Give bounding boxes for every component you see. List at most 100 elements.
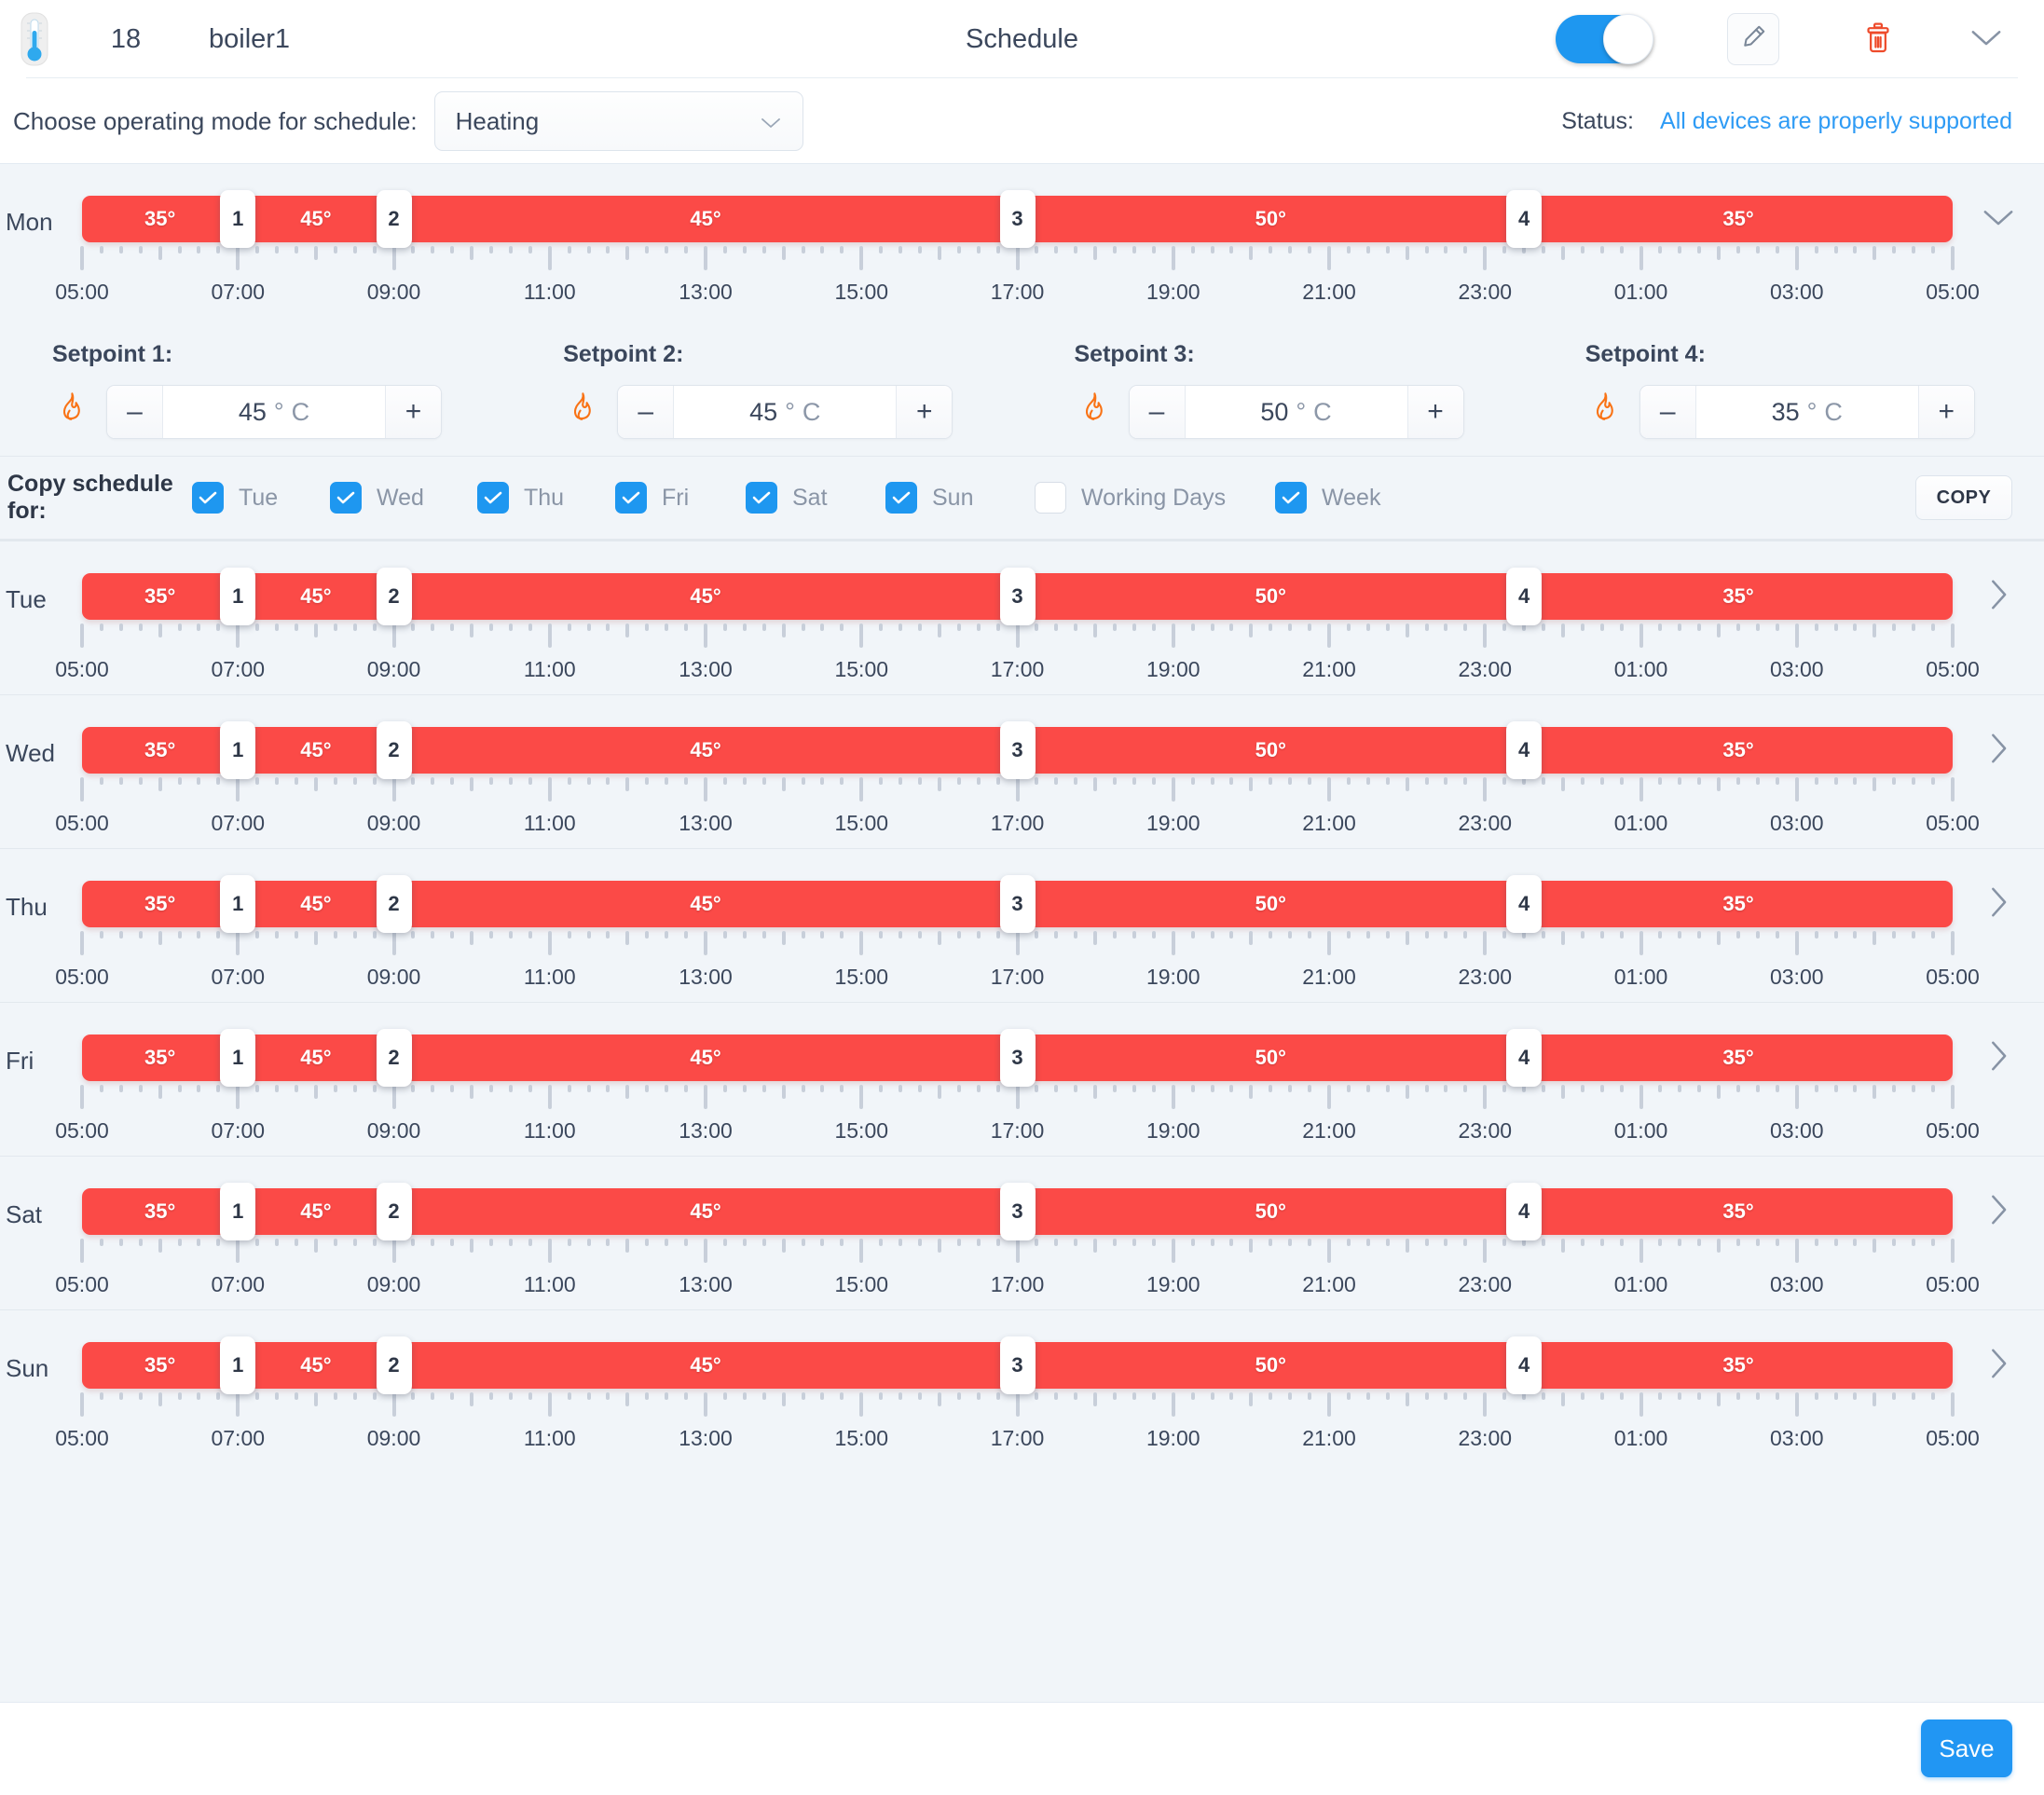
schedule-handle[interactable]: 4: [1506, 875, 1543, 933]
schedule-handle[interactable]: 2: [376, 1336, 412, 1394]
day-timeline[interactable]: 35° 45° 45° 50° 35° 1 2 3 4 05:00 07:00 09:00 11:00 1…: [55, 721, 1980, 848]
expand-day-button[interactable]: [1953, 1342, 2044, 1389]
schedule-segment[interactable]: 50°: [1018, 196, 1525, 242]
copy-day-working-days[interactable]: Working Days: [1035, 482, 1275, 514]
day-timeline[interactable]: 35° 45° 45° 50° 35° 1 2 3 4 05:00 07:00 09:00 11:00 1…: [55, 1183, 1980, 1309]
enable-schedule-toggle[interactable]: [1556, 14, 1653, 64]
schedule-segment[interactable]: 35°: [1524, 196, 1953, 242]
schedule-segment[interactable]: 35°: [1524, 1035, 1953, 1081]
day-timeline[interactable]: 35° 45° 45° 50° 35° 1 2 3 4 05:00 07:00 09:00 11:00 1…: [55, 1029, 1980, 1156]
schedule-list[interactable]: Mon 35° 45° 45° 50° 35° 1 2 3 4 05:00 07:00 09:00 11:…: [0, 164, 2044, 1702]
schedule-segment[interactable]: 35°: [82, 573, 238, 620]
schedule-segment[interactable]: 35°: [1524, 727, 1953, 774]
day-timeline[interactable]: 35° 45° 45° 50° 35° 1 2 3 4 05:00 07:00 09:00 11:00 1…: [55, 1336, 1980, 1463]
setpoint-increase-button[interactable]: +: [385, 386, 441, 438]
schedule-segment[interactable]: 35°: [82, 881, 238, 927]
schedule-segment[interactable]: 45°: [238, 881, 393, 927]
schedule-segment[interactable]: 45°: [238, 573, 393, 620]
schedule-handle[interactable]: 1: [220, 721, 256, 779]
schedule-segment[interactable]: 35°: [1524, 1342, 1953, 1389]
schedule-handle[interactable]: 2: [376, 1183, 412, 1240]
copy-day-sun[interactable]: Sun: [885, 482, 1035, 514]
schedule-handle[interactable]: 1: [220, 1029, 256, 1087]
schedule-segment[interactable]: 50°: [1018, 881, 1525, 927]
schedule-segment[interactable]: 45°: [394, 727, 1018, 774]
schedule-handle[interactable]: 2: [376, 568, 412, 625]
schedule-handle[interactable]: 1: [220, 875, 256, 933]
checkbox[interactable]: [615, 482, 647, 514]
expand-day-button[interactable]: [1953, 1188, 2044, 1235]
schedule-segment[interactable]: 35°: [1524, 573, 1953, 620]
edit-button[interactable]: [1727, 13, 1779, 65]
schedule-bar[interactable]: 35° 45° 45° 50° 35° 1 2 3 4: [82, 1336, 1953, 1394]
schedule-handle[interactable]: 3: [999, 568, 1036, 625]
schedule-handle[interactable]: 4: [1506, 1336, 1543, 1394]
schedule-handle[interactable]: 2: [376, 190, 412, 248]
schedule-segment[interactable]: 45°: [238, 196, 393, 242]
schedule-segment[interactable]: 35°: [82, 727, 238, 774]
setpoint-increase-button[interactable]: +: [1406, 386, 1463, 438]
schedule-segment[interactable]: 50°: [1018, 573, 1525, 620]
schedule-segment[interactable]: 50°: [1018, 727, 1525, 774]
schedule-segment[interactable]: 35°: [82, 1188, 238, 1235]
schedule-segment[interactable]: 35°: [82, 1035, 238, 1081]
schedule-segment[interactable]: 35°: [82, 1342, 238, 1389]
schedule-bar[interactable]: 35° 45° 45° 50° 35° 1 2 3 4: [82, 190, 1953, 248]
delete-button[interactable]: [1852, 13, 1904, 65]
setpoint-stepper[interactable]: –50 ° C +: [1128, 385, 1464, 439]
setpoint-stepper[interactable]: –35 ° C +: [1639, 385, 1975, 439]
schedule-segment[interactable]: 45°: [238, 727, 393, 774]
schedule-handle[interactable]: 4: [1506, 1183, 1543, 1240]
schedule-segment[interactable]: 45°: [238, 1188, 393, 1235]
schedule-bar[interactable]: 35° 45° 45° 50° 35° 1 2 3 4: [82, 721, 1953, 779]
schedule-segment[interactable]: 45°: [238, 1035, 393, 1081]
schedule-segment[interactable]: 50°: [1018, 1188, 1525, 1235]
status-badge[interactable]: All devices are properly supported: [1660, 108, 2012, 135]
day-timeline[interactable]: 35° 45° 45° 50° 35° 1 2 3 4 05:00 07:00 09:00 11:00 1…: [55, 190, 1980, 317]
copy-day-week[interactable]: Week: [1275, 482, 1415, 514]
expand-day-button[interactable]: [1953, 881, 2044, 927]
setpoint-value-input[interactable]: 50 ° C: [1185, 386, 1407, 438]
setpoint-decrease-button[interactable]: –: [1639, 386, 1696, 438]
schedule-handle[interactable]: 3: [999, 190, 1036, 248]
schedule-handle[interactable]: 3: [999, 1183, 1036, 1240]
setpoint-stepper[interactable]: –45 ° C +: [617, 385, 953, 439]
expand-day-button[interactable]: [1953, 573, 2044, 620]
schedule-handle[interactable]: 2: [376, 721, 412, 779]
copy-day-sat[interactable]: Sat: [746, 482, 885, 514]
copy-day-tue[interactable]: Tue: [192, 482, 330, 514]
schedule-segment[interactable]: 45°: [238, 1342, 393, 1389]
copy-button[interactable]: COPY: [1915, 475, 2012, 520]
checkbox[interactable]: [1035, 482, 1066, 514]
setpoint-stepper[interactable]: –45 ° C +: [106, 385, 442, 439]
schedule-segment[interactable]: 45°: [394, 1035, 1018, 1081]
checkbox[interactable]: [477, 482, 509, 514]
schedule-handle[interactable]: 2: [376, 875, 412, 933]
schedule-segment[interactable]: 35°: [82, 196, 238, 242]
schedule-handle[interactable]: 1: [220, 568, 256, 625]
checkbox[interactable]: [885, 482, 917, 514]
schedule-handle[interactable]: 3: [999, 875, 1036, 933]
schedule-handle[interactable]: 4: [1506, 568, 1543, 625]
schedule-handle[interactable]: 2: [376, 1029, 412, 1087]
save-button[interactable]: Save: [1921, 1720, 2012, 1777]
day-timeline[interactable]: 35° 45° 45° 50° 35° 1 2 3 4 05:00 07:00 09:00 11:00 1…: [55, 875, 1980, 1002]
day-timeline[interactable]: 35° 45° 45° 50° 35° 1 2 3 4 05:00 07:00 09:00 11:00 1…: [55, 568, 1980, 694]
checkbox[interactable]: [192, 482, 224, 514]
schedule-handle[interactable]: 3: [999, 1336, 1036, 1394]
checkbox[interactable]: [746, 482, 777, 514]
schedule-handle[interactable]: 4: [1506, 1029, 1543, 1087]
schedule-handle[interactable]: 4: [1506, 721, 1543, 779]
setpoint-value-input[interactable]: 35 ° C: [1695, 386, 1918, 438]
schedule-handle[interactable]: 3: [999, 721, 1036, 779]
expand-day-button[interactable]: [1953, 196, 2044, 242]
expand-day-button[interactable]: [1953, 727, 2044, 774]
schedule-bar[interactable]: 35° 45° 45° 50° 35° 1 2 3 4: [82, 568, 1953, 625]
schedule-bar[interactable]: 35° 45° 45° 50° 35° 1 2 3 4: [82, 1183, 1953, 1240]
schedule-segment[interactable]: 45°: [394, 1342, 1018, 1389]
collapse-panel-button[interactable]: [1960, 13, 2012, 65]
expand-day-button[interactable]: [1953, 1035, 2044, 1081]
schedule-bar[interactable]: 35° 45° 45° 50° 35° 1 2 3 4: [82, 1029, 1953, 1087]
schedule-handle[interactable]: 1: [220, 190, 256, 248]
checkbox[interactable]: [330, 482, 362, 514]
